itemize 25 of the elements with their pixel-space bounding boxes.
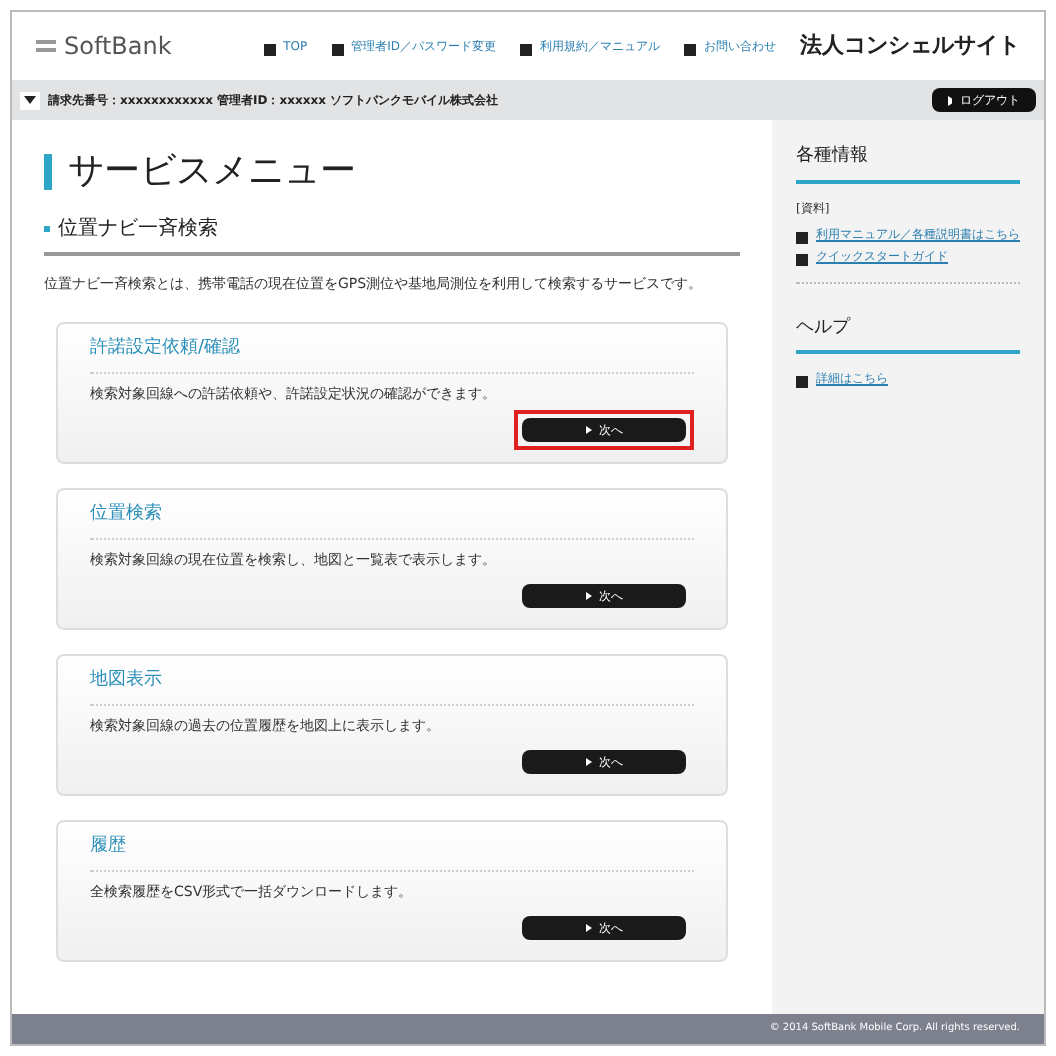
section-heading: 位置ナビ一斉検索 [58, 215, 218, 244]
card-title: 履歴 [90, 834, 694, 871]
bullet-icon [263, 43, 276, 55]
sidebar-heading: ヘルプ [796, 315, 1020, 354]
logo: SoftBank [36, 28, 172, 64]
card-title: 位置検索 [90, 502, 694, 539]
bullet-icon [684, 43, 696, 55]
bullet-icon [796, 376, 808, 388]
menu-icon [36, 40, 56, 52]
bullet-icon [796, 231, 808, 243]
dropdown-icon[interactable] [20, 91, 40, 109]
page-title: サービスメニュー [68, 148, 356, 196]
play-icon [585, 758, 591, 766]
accent-bar [44, 153, 52, 189]
bullet-icon [331, 43, 344, 55]
sidebar-heading: 各種情報 [796, 144, 1020, 183]
play-icon [585, 592, 591, 600]
play-icon [585, 426, 591, 434]
card-title: 地図表示 [90, 668, 694, 705]
bullet-icon [44, 226, 50, 232]
card-title: 許諾設定依頼/確認 [90, 336, 694, 373]
bullet-icon [520, 43, 532, 55]
bullet-icon [796, 253, 808, 265]
site-title: 法人コンシェルサイト [800, 29, 1020, 62]
play-icon [585, 924, 591, 932]
